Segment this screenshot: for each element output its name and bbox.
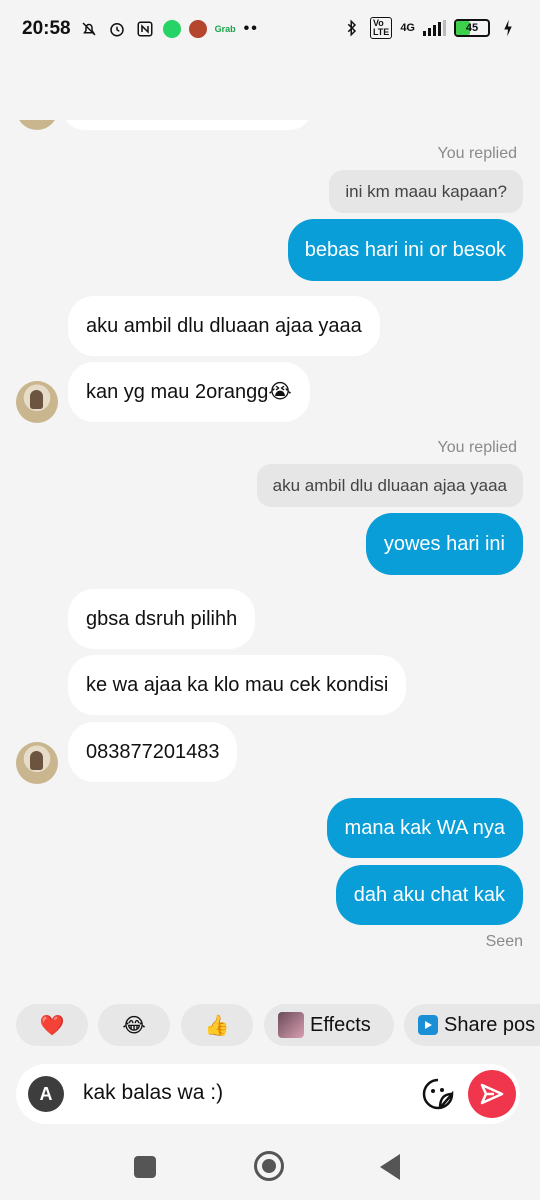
message-input[interactable]: kak balas wa :) [83, 1081, 223, 1105]
send-button[interactable] [468, 1070, 516, 1118]
status-time: 20:58 [22, 18, 71, 39]
message-composer[interactable]: A kak balas wa :) [16, 1064, 520, 1124]
battery-icon: 45 [454, 19, 490, 37]
incoming-message[interactable]: 083877201483 [68, 722, 238, 782]
incoming-message[interactable]: kan yg mau 2orangg😭 [68, 362, 310, 422]
sticker-button[interactable] [418, 1074, 458, 1114]
quoted-message[interactable]: aku ambil dlu dluaan ajaa yaaa [256, 464, 523, 507]
share-post-label: Share pos [444, 1013, 536, 1036]
status-right: Vo LTE 4G 45 [342, 17, 518, 39]
alarm-icon [107, 19, 127, 39]
incoming-message[interactable]: ke wa ajaa ka klo mau cek kondisi [68, 655, 407, 715]
sender-avatar-partial [16, 88, 58, 130]
outgoing-message[interactable]: yowes hari ini [365, 513, 523, 575]
quoted-message[interactable]: ini km maau kapaan? [329, 170, 523, 213]
charging-icon [498, 18, 518, 38]
whatsapp-icon [162, 20, 181, 38]
outgoing-message[interactable]: bebas hari ini or besok [287, 219, 523, 281]
effects-button[interactable]: Effects [264, 1004, 394, 1046]
play-icon [418, 1015, 438, 1035]
keyboard-toggle-button[interactable]: A [28, 1076, 64, 1112]
incoming-message[interactable]: gbsa dsruh pilihh [68, 589, 256, 649]
send-icon [480, 1083, 504, 1105]
reaction-heart-button[interactable]: ❤️ [16, 1004, 88, 1046]
report-flag-button[interactable] [428, 68, 464, 104]
network-type: 4G [400, 21, 415, 34]
sticker-icon [422, 1078, 454, 1110]
you-replied-label: You replied [437, 439, 517, 456]
reaction-thumbs-up-button[interactable]: 👍 [181, 1004, 253, 1046]
system-nav-bar [0, 1134, 540, 1200]
app-notification-icon [188, 20, 207, 38]
seen-label: Seen [485, 933, 523, 950]
grab-icon: Grab [214, 24, 236, 34]
heart-icon: ❤️ [39, 1014, 65, 1037]
nfc-icon [135, 19, 155, 39]
reaction-laugh-button[interactable]: 😂 [98, 1004, 170, 1046]
signal-icon [423, 20, 446, 36]
system-back-button[interactable] [380, 1154, 400, 1180]
home-button[interactable] [254, 1151, 284, 1181]
status-bar: 20:58 Grab •• Vo LTE 4G 45 [0, 0, 540, 58]
flag-icon [435, 72, 457, 99]
share-post-button[interactable]: Share pos [404, 1004, 540, 1046]
effects-label: Effects [310, 1013, 371, 1036]
battery-level: 45 [465, 22, 479, 34]
volte-icon: Vo LTE [369, 17, 393, 39]
recent-apps-button[interactable] [134, 1156, 156, 1178]
more-dots-icon [488, 83, 516, 89]
status-left: 20:58 Grab •• [22, 18, 259, 40]
you-replied-label: You replied [437, 145, 517, 162]
effects-thumbnail-icon [278, 1012, 304, 1038]
bluetooth-icon [342, 18, 362, 38]
bell-off-icon [79, 19, 99, 39]
more-notifications-icon: •• [243, 20, 259, 37]
outgoing-message[interactable]: dah aku chat kak [335, 865, 523, 925]
thumbs-up-icon: 👍 [204, 1014, 230, 1037]
incoming-message[interactable]: aku ambil dlu dluaan ajaa yaaa [68, 296, 380, 356]
sender-avatar[interactable] [16, 381, 58, 423]
outgoing-message[interactable]: mana kak WA nya [326, 798, 523, 858]
previous-message-bubble-partial[interactable] [62, 92, 312, 130]
sender-avatar[interactable] [16, 742, 58, 784]
more-options-button[interactable] [482, 68, 522, 104]
laughing-crying-icon: 😂 [122, 1014, 146, 1037]
